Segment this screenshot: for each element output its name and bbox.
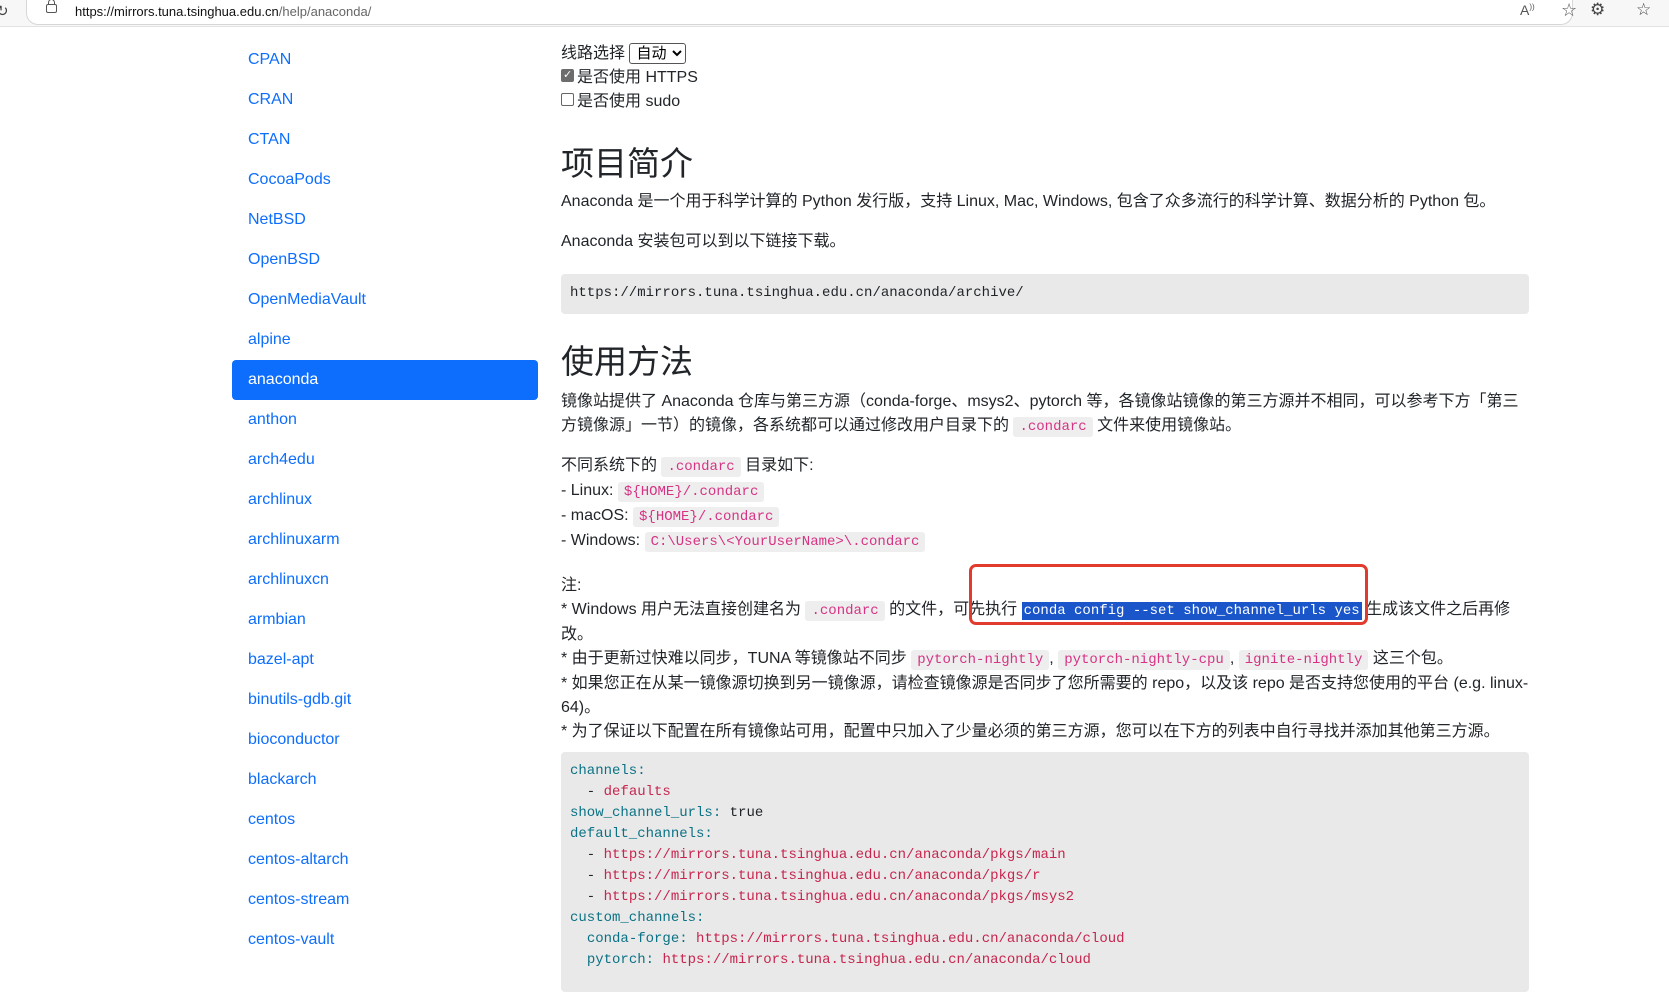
- note1-code: .condarc: [805, 601, 885, 621]
- note3-text-wrap: 64)。: [561, 699, 601, 716]
- macos-label: - macOS:: [561, 507, 629, 524]
- default-channel-r: https://mirrors.tuna.tsinghua.edu.cn/ana…: [603, 868, 1041, 884]
- conda-forge-url: https://mirrors.tuna.tsinghua.edu.cn/ana…: [696, 931, 1125, 947]
- sidebar-item-centos[interactable]: centos: [232, 800, 538, 840]
- route-label: 线路选择: [561, 45, 626, 62]
- note2-separator: ,: [1229, 650, 1235, 667]
- macos-path: ${HOME}/.condarc: [633, 507, 780, 527]
- sudo-checkbox[interactable]: [561, 93, 574, 106]
- url-host: https://mirrors.tuna.tsinghua.edu.cn: [75, 4, 279, 19]
- read-aloud-icon[interactable]: A)): [1520, 2, 1535, 18]
- ignite-nightly-code: ignite-nightly: [1238, 650, 1369, 670]
- sidebar-item-blackarch[interactable]: blackarch: [232, 760, 538, 800]
- pytorch-nightly-cpu-code: pytorch-nightly-cpu: [1058, 650, 1230, 670]
- note1-text-end: 生成该文件之后再修: [1366, 601, 1511, 618]
- route-selector-row: 线路选择 自动: [561, 42, 687, 66]
- browser-toolbar: ↻ https://mirrors.tuna.tsinghua.edu.cn/h…: [0, 0, 1669, 27]
- sidebar-item-bioconductor[interactable]: bioconductor: [232, 720, 538, 760]
- url-text[interactable]: https://mirrors.tuna.tsinghua.edu.cn/hel…: [75, 4, 371, 19]
- https-label: 是否使用 HTTPS: [577, 69, 698, 86]
- condarc-code: .condarc: [1013, 417, 1093, 437]
- sidebar-item-bazel-apt[interactable]: bazel-apt: [232, 640, 538, 680]
- condarc-config-block[interactable]: channels: - defaults show_channel_urls: …: [561, 752, 1529, 992]
- custom-channels-key: custom_channels:: [570, 910, 705, 926]
- pytorch-key: pytorch:: [586, 952, 655, 968]
- sidebar-item-archlinuxarm[interactable]: archlinuxarm: [232, 520, 538, 560]
- url-path: /help/anaconda/: [278, 4, 372, 19]
- favorites-icon[interactable]: ☆: [1636, 0, 1651, 20]
- pytorch-nightly-code: pytorch-nightly: [911, 650, 1050, 670]
- sidebar-item-centos-altarch[interactable]: centos-altarch: [232, 840, 538, 880]
- note3-text: * 如果您正在从某一镜像源切换到另一镜像源，请检查镜像源是否同步了您所需要的 r…: [561, 675, 1529, 692]
- highlight-annotation-box: [969, 564, 1368, 625]
- favorite-star-icon[interactable]: ☆: [1561, 0, 1577, 21]
- usage-text-line2-end: 文件来使用镜像站。: [1097, 417, 1242, 434]
- sidebar-item-centos-stream[interactable]: centos-stream: [232, 880, 538, 920]
- note2-text-end: 这三个包。: [1372, 650, 1453, 667]
- sidebar-item-openbsd[interactable]: OpenBSD: [232, 240, 538, 280]
- sidebar-item-arch4edu[interactable]: arch4edu: [232, 440, 538, 480]
- usage-text-line1: 镜像站提供了 Anaconda 仓库与第三方源（conda-forge、msys…: [561, 393, 1519, 410]
- usage-heading: 使用方法: [561, 343, 693, 380]
- note2-text: * 由于更新过快难以同步，TUNA 等镜像站不同步: [561, 650, 907, 667]
- sidebar-item-anthon[interactable]: anthon: [232, 400, 538, 440]
- dirs-block: 不同系统下的 .condarc 目录如下: - Linux: ${HOME}/.…: [561, 454, 1529, 554]
- note1-text: * Windows 用户无法直接创建名为: [561, 601, 802, 618]
- sidebar-item-archlinuxcn[interactable]: archlinuxcn: [232, 560, 538, 600]
- reload-icon[interactable]: ↻: [0, 2, 9, 20]
- sidebar-item-centos-vault[interactable]: centos-vault: [232, 920, 538, 960]
- lock-icon[interactable]: [46, 0, 57, 13]
- sidebar-item-ctan[interactable]: CTAN: [232, 120, 538, 160]
- https-option[interactable]: 是否使用 HTTPS: [561, 63, 698, 90]
- download-paragraph: Anaconda 安装包可以到以下链接下载。: [561, 233, 846, 250]
- sidebar-item-openmediavault[interactable]: OpenMediaVault: [232, 280, 538, 320]
- default-channel-main: https://mirrors.tuna.tsinghua.edu.cn/ana…: [603, 847, 1066, 863]
- defaults-item: defaults: [603, 784, 671, 800]
- default-channels-key: default_channels:: [570, 826, 713, 842]
- sidebar-item-alpine[interactable]: alpine: [232, 320, 538, 360]
- sidebar-item-cocoapods[interactable]: CocoaPods: [232, 160, 538, 200]
- pytorch-url: https://mirrors.tuna.tsinghua.edu.cn/ana…: [662, 952, 1091, 968]
- note2-separator: ,: [1049, 650, 1054, 667]
- sudo-option[interactable]: 是否使用 sudo: [561, 90, 680, 114]
- sidebar-item-armbian[interactable]: armbian: [232, 600, 538, 640]
- linux-path: ${HOME}/.condarc: [617, 482, 765, 502]
- linux-label: - Linux:: [561, 482, 614, 499]
- sidebar-item-cran[interactable]: CRAN: [232, 80, 538, 120]
- archive-url: https://mirrors.tuna.tsinghua.edu.cn/ana…: [570, 285, 1024, 301]
- intro-paragraph: Anaconda 是一个用于科学计算的 Python 发行版，支持 Linux,…: [561, 193, 1496, 210]
- default-channel-msys2: https://mirrors.tuna.tsinghua.edu.cn/ana…: [603, 889, 1075, 905]
- address-bar[interactable]: https://mirrors.tuna.tsinghua.edu.cn/hel…: [26, 0, 1577, 25]
- dirs-text-end: 目录如下:: [745, 457, 814, 474]
- route-select[interactable]: 自动: [629, 43, 687, 64]
- sidebar-item-archlinux[interactable]: archlinux: [232, 480, 538, 520]
- sidebar-item-binutils-gdb-git[interactable]: binutils-gdb.git: [232, 680, 538, 720]
- channels-key: channels:: [570, 763, 646, 779]
- conda-forge-key: conda-forge:: [586, 931, 688, 947]
- windows-path: C:\Users\<YourUserName>\.condarc: [644, 532, 926, 552]
- https-checkbox[interactable]: [561, 63, 574, 87]
- sidebar-item-anaconda[interactable]: anaconda: [232, 360, 538, 400]
- extensions-icon[interactable]: ⚙: [1590, 0, 1605, 20]
- show-channel-urls-value: true: [729, 805, 764, 821]
- windows-label: - Windows:: [561, 532, 641, 549]
- dirs-text: 不同系统下的: [561, 457, 658, 474]
- intro-heading: 项目简介: [561, 145, 693, 182]
- sidebar-item-netbsd[interactable]: NetBSD: [232, 200, 538, 240]
- archive-url-block[interactable]: https://mirrors.tuna.tsinghua.edu.cn/ana…: [561, 274, 1529, 314]
- show-channel-urls-key: show_channel_urls:: [570, 805, 722, 821]
- usage-text-line2: 方镜像源」一节）的镜像，各系统都可以通过修改用户目录下的: [561, 417, 1010, 434]
- usage-paragraph: 镜像站提供了 Anaconda 仓库与第三方源（conda-forge、msys…: [561, 390, 1529, 439]
- note4-text: * 为了保证以下配置在所有镜像站可用，配置中只加入了少量必须的第三方源，您可以在…: [561, 723, 1500, 740]
- sudo-label: 是否使用 sudo: [577, 93, 681, 110]
- note1-text-wrap: 改。: [561, 626, 594, 643]
- sidebar-item-cpan[interactable]: CPAN: [232, 40, 538, 80]
- dirs-code: .condarc: [661, 457, 741, 477]
